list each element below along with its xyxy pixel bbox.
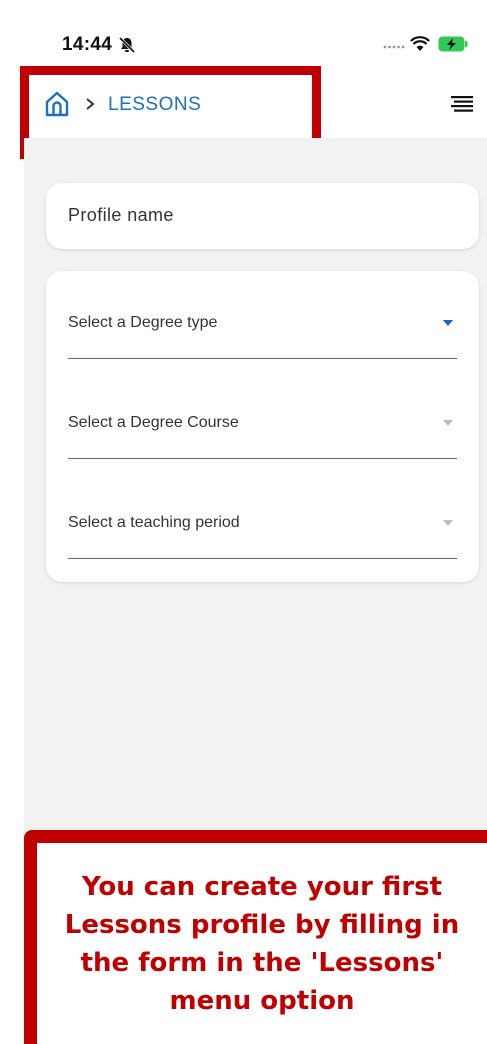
degree-course-label: Select a Degree Course bbox=[68, 414, 239, 431]
battery-charging-icon bbox=[438, 36, 468, 52]
signal-icon bbox=[383, 45, 405, 49]
selection-form-card: Select a Degree type Select a Degree Cou… bbox=[46, 271, 479, 582]
callout-body: You can create your first Lessons profil… bbox=[37, 843, 487, 1044]
dropdown-arrow-icon bbox=[443, 320, 453, 326]
profile-name-card: Profile name bbox=[46, 183, 479, 249]
degree-type-label: Select a Degree type bbox=[68, 314, 218, 331]
status-bar: 14:44 bbox=[0, 0, 487, 70]
teaching-period-select[interactable]: Select a teaching period bbox=[68, 471, 457, 559]
bell-muted-icon bbox=[118, 36, 136, 54]
degree-course-select[interactable]: Select a Degree Course bbox=[68, 371, 457, 459]
instruction-callout: You can create your first Lessons profil… bbox=[24, 830, 487, 1044]
dropdown-arrow-icon bbox=[443, 420, 453, 426]
wifi-icon bbox=[410, 36, 430, 51]
menu-icon[interactable] bbox=[450, 95, 474, 113]
degree-type-select[interactable]: Select a Degree type bbox=[68, 271, 457, 359]
profile-name-input[interactable]: Profile name bbox=[68, 205, 174, 226]
dropdown-arrow-icon bbox=[443, 520, 453, 526]
callout-text: You can create your first Lessons profil… bbox=[64, 871, 460, 1016]
teaching-period-label: Select a teaching period bbox=[68, 514, 240, 531]
status-time: 14:44 bbox=[62, 34, 113, 55]
